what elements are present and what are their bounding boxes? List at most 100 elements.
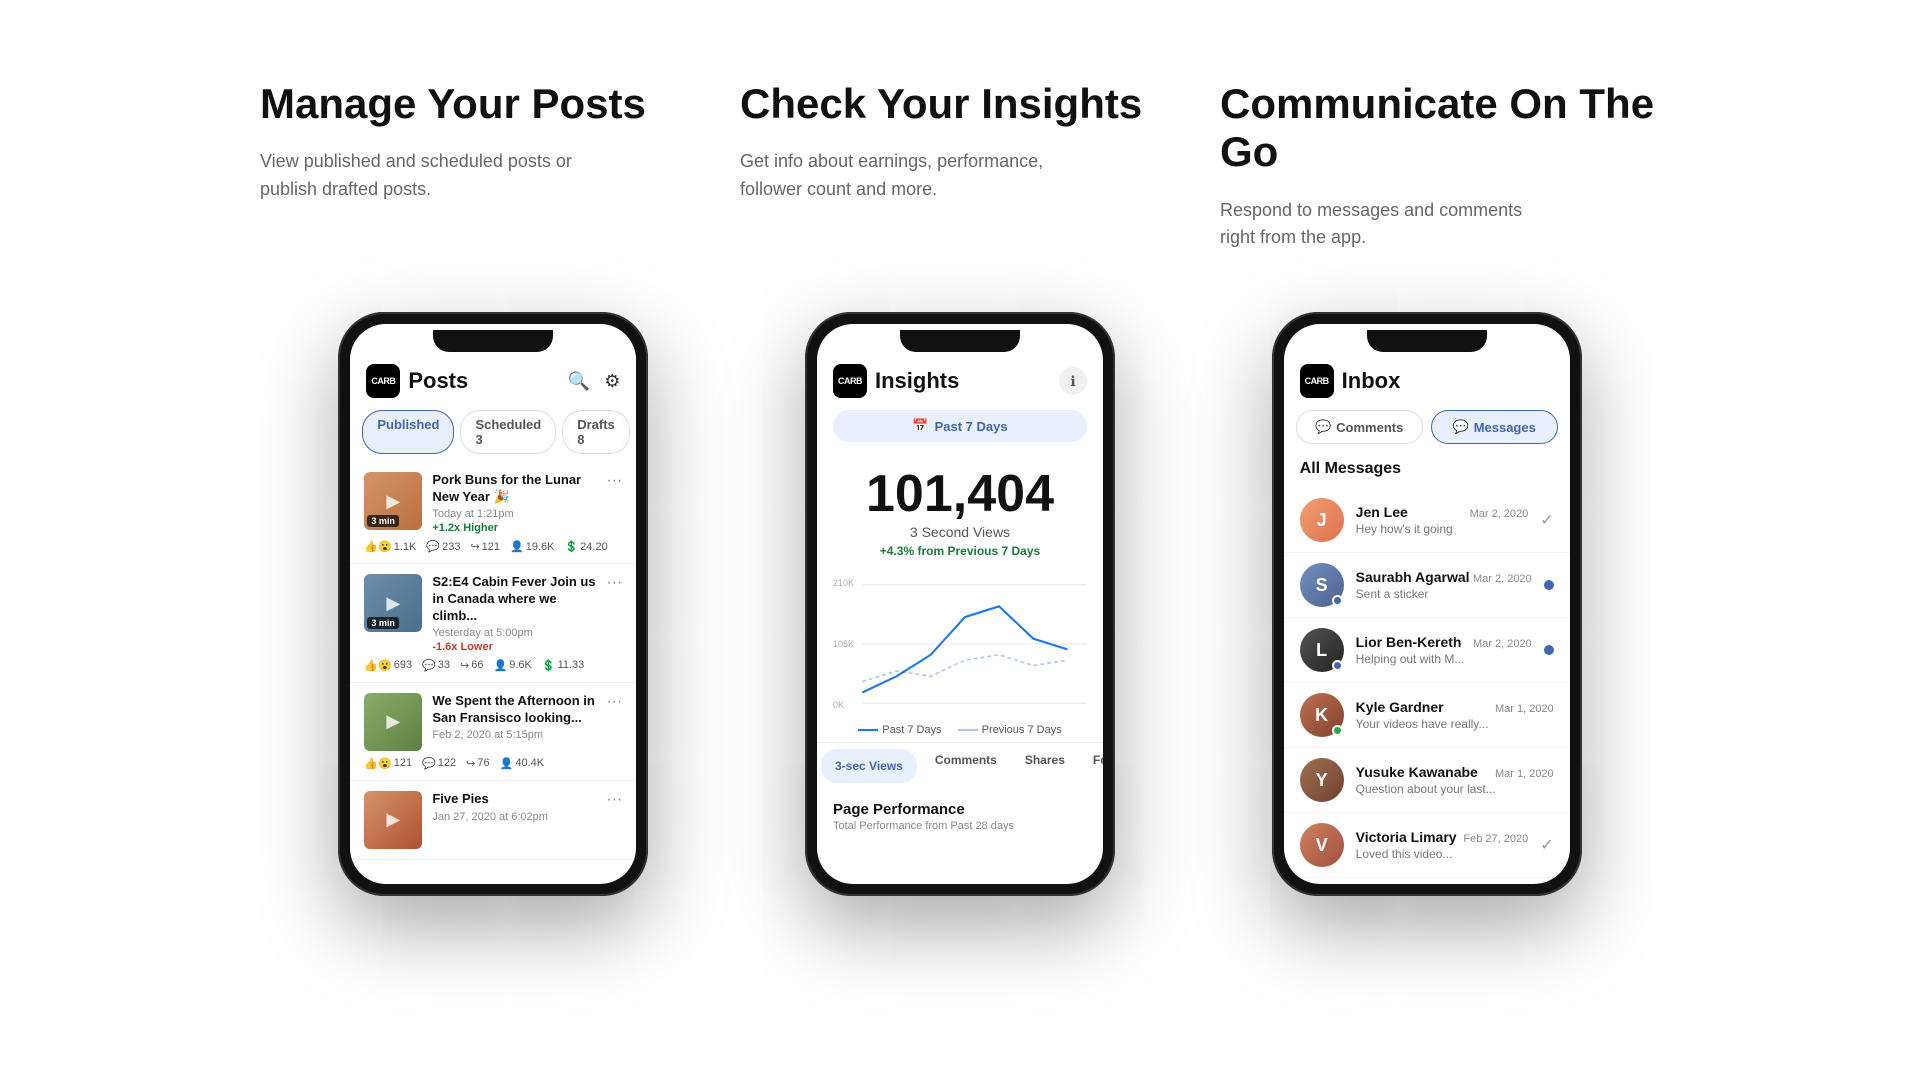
video-icon-2: ▶ <box>386 711 400 732</box>
carb-logo-insights: CARB <box>833 364 867 398</box>
post-info-0: Pork Buns for the Lunar New Year 🎉 ··· T… <box>432 472 622 534</box>
post-dots-1[interactable]: ··· <box>606 574 622 592</box>
metric-label: 3 Second Views <box>833 524 1087 540</box>
msg-name-1: Saurabh Agarwal <box>1356 569 1470 585</box>
inbox-tabs: 💬 Comments 💬 Messages <box>1284 410 1570 456</box>
filter-icon[interactable]: ⚙ <box>604 371 620 392</box>
carb-logo-posts: CARB <box>366 364 400 398</box>
msg-date-1: Mar 2, 2020 <box>1473 573 1532 585</box>
messages-icon: 💬 <box>1453 419 1469 435</box>
date-range-label: Past 7 Days <box>935 419 1008 434</box>
msg-content-4: Yusuke Kawanabe Mar 1, 2020 Question abo… <box>1356 764 1554 796</box>
msg-name-5: Victoria Limary <box>1356 829 1457 845</box>
post-date-0: Today at 1:21pm <box>432 508 622 520</box>
post-item-top-0: ▶ 3 min Pork Buns for the Lunar New Year… <box>364 472 622 534</box>
post-item-top-2: ▶ We Spent the Afternoon in San Fransisc… <box>364 693 622 751</box>
comments-1: 💬33 <box>422 659 450 672</box>
feature-title-posts: Manage Your Posts <box>260 80 700 128</box>
message-item-3[interactable]: K Kyle Gardner Mar 1, 2020 Your videos h… <box>1284 683 1570 748</box>
msg-content-2: Lior Ben-Kereth Mar 2, 2020 Helping out … <box>1356 634 1532 666</box>
earnings-1: 💲11.33 <box>542 659 584 672</box>
views-0: 👤19.6K <box>510 540 554 553</box>
metric-number: 101,404 <box>833 468 1087 520</box>
posts-screen-title: Posts <box>408 368 468 394</box>
chart-legend: Past 7 Days Previous 7 Days <box>817 724 1103 736</box>
post-dots-2[interactable]: ··· <box>606 693 622 711</box>
post-item-0[interactable]: ▶ 3 min Pork Buns for the Lunar New Year… <box>350 462 636 564</box>
post-item-1[interactable]: ▶ 3 min S2:E4 Cabin Fever Join us in Can… <box>350 564 636 683</box>
tab-published[interactable]: Published <box>362 410 454 454</box>
duration-0: 3 min <box>367 515 399 527</box>
comments-2: 💬122 <box>422 757 456 770</box>
msg-name-row-5: Victoria Limary Feb 27, 2020 <box>1356 829 1529 845</box>
post-dots-3[interactable]: ··· <box>606 791 622 809</box>
post-stats-2: 👍😮121 💬122 ↪76 👤40.4K <box>364 757 622 770</box>
msg-preview-1: Sent a sticker <box>1356 587 1532 601</box>
post-thumb-3: ▶ <box>364 791 422 849</box>
msg-date-0: Mar 2, 2020 <box>1470 508 1529 520</box>
unread-indicator-1 <box>1544 580 1554 590</box>
posts-tabs: Published Scheduled 3 Drafts 8 <box>350 410 636 454</box>
post-date-3: Jan 27, 2020 at 6:02pm <box>432 811 622 823</box>
check-icon-5: ✓ <box>1540 835 1553 855</box>
info-button[interactable]: ℹ <box>1059 367 1087 395</box>
tab-comments[interactable]: Comments <box>921 743 1011 789</box>
post-stats-0: 👍😮1.1K 💬233 ↪121 👤19.6K 💲24.20 <box>364 540 622 553</box>
shares-2: ↪76 <box>466 757 489 770</box>
unread-dot-2 <box>1332 660 1343 671</box>
tab-shares[interactable]: Shares <box>1011 743 1079 789</box>
msg-preview-4: Question about your last... <box>1356 782 1554 796</box>
message-item-2[interactable]: L Lior Ben-Kereth Mar 2, 2020 Helping ou… <box>1284 618 1570 683</box>
tab-drafts[interactable]: Drafts 8 <box>562 410 630 454</box>
chart-area: 210K 105K 0K <box>833 574 1087 714</box>
metric-change: +4.3% from Previous 7 Days <box>833 544 1087 558</box>
post-title-3: Five Pies <box>432 791 600 808</box>
carb-logo-inbox: CARB <box>1300 364 1334 398</box>
msg-name-row-2: Lior Ben-Kereth Mar 2, 2020 <box>1356 634 1532 650</box>
views-2: 👤40.4K <box>500 757 544 770</box>
video-icon-3: ▶ <box>386 809 400 830</box>
msg-content-0: Jen Lee Mar 2, 2020 Hey how's it going <box>1356 504 1529 536</box>
message-item-4[interactable]: Y Yusuke Kawanabe Mar 1, 2020 Question a… <box>1284 748 1570 813</box>
post-thumb-1: ▶ 3 min <box>364 574 422 632</box>
unread-indicator-2 <box>1544 645 1554 655</box>
post-item-3[interactable]: ▶ Five Pies ··· Jan 27, 2020 at 6:02pm <box>350 781 636 860</box>
post-thumb-0: ▶ 3 min <box>364 472 422 530</box>
tab-scheduled[interactable]: Scheduled 3 <box>460 410 556 454</box>
post-item-top-1: ▶ 3 min S2:E4 Cabin Fever Join us in Can… <box>364 574 622 653</box>
insights-phone-shell: CARB Insights ℹ 📅 Past 7 Days 101,404 3 … <box>805 312 1115 896</box>
msg-preview-2: Helping out with M... <box>1356 652 1532 666</box>
msg-date-2: Mar 2, 2020 <box>1473 638 1532 650</box>
inbox-phone-col: CARB Inbox 💬 Comments 💬 Messages <box>1193 312 1660 896</box>
check-icon-0: ✓ <box>1540 510 1553 530</box>
msg-preview-5: Loved this video... <box>1356 847 1529 861</box>
inbox-phone-shell: CARB Inbox 💬 Comments 💬 Messages <box>1272 312 1582 896</box>
posts-logo-area: CARB Posts <box>366 364 468 398</box>
tab-comments-inbox[interactable]: 💬 Comments <box>1296 410 1423 444</box>
message-item-5[interactable]: V Victoria Limary Feb 27, 2020 Loved thi… <box>1284 813 1570 878</box>
calendar-icon: 📅 <box>912 418 928 434</box>
search-icon[interactable]: 🔍 <box>568 371 590 392</box>
tab-3sec-views[interactable]: 3-sec Views <box>821 749 917 783</box>
msg-preview-0: Hey how's it going <box>1356 522 1529 536</box>
shares-1: ↪66 <box>460 659 483 672</box>
post-item-top-3: ▶ Five Pies ··· Jan 27, 2020 at 6:02pm <box>364 791 622 849</box>
msg-name-row-4: Yusuke Kawanabe Mar 1, 2020 <box>1356 764 1554 780</box>
post-title-row-3: Five Pies ··· <box>432 791 622 809</box>
insights-phone-col: CARB Insights ℹ 📅 Past 7 Days 101,404 3 … <box>727 312 1194 896</box>
post-item-2[interactable]: ▶ We Spent the Afternoon in San Fransisc… <box>350 683 636 781</box>
post-dots-0[interactable]: ··· <box>606 472 622 490</box>
y-label-top: 210K <box>833 578 854 588</box>
tab-followers[interactable]: Follo... <box>1079 743 1103 789</box>
legend-label-previous: Previous 7 Days <box>982 724 1062 736</box>
message-item-1[interactable]: S Saurabh Agarwal Mar 2, 2020 Sent a sti… <box>1284 553 1570 618</box>
y-label-bot: 0K <box>833 700 854 710</box>
avatar-wrap-4: Y <box>1300 758 1344 802</box>
inbox-phone-screen: CARB Inbox 💬 Comments 💬 Messages <box>1284 324 1570 884</box>
post-stats-1: 👍😮693 💬33 ↪66 👤9.6K 💲11.33 <box>364 659 622 672</box>
insights-phone-screen: CARB Insights ℹ 📅 Past 7 Days 101,404 3 … <box>817 324 1103 884</box>
date-range-pill[interactable]: 📅 Past 7 Days <box>833 410 1087 442</box>
message-item-0[interactable]: J Jen Lee Mar 2, 2020 Hey how's it going… <box>1284 488 1570 553</box>
msg-date-4: Mar 1, 2020 <box>1495 768 1554 780</box>
tab-messages-inbox[interactable]: 💬 Messages <box>1431 410 1558 444</box>
